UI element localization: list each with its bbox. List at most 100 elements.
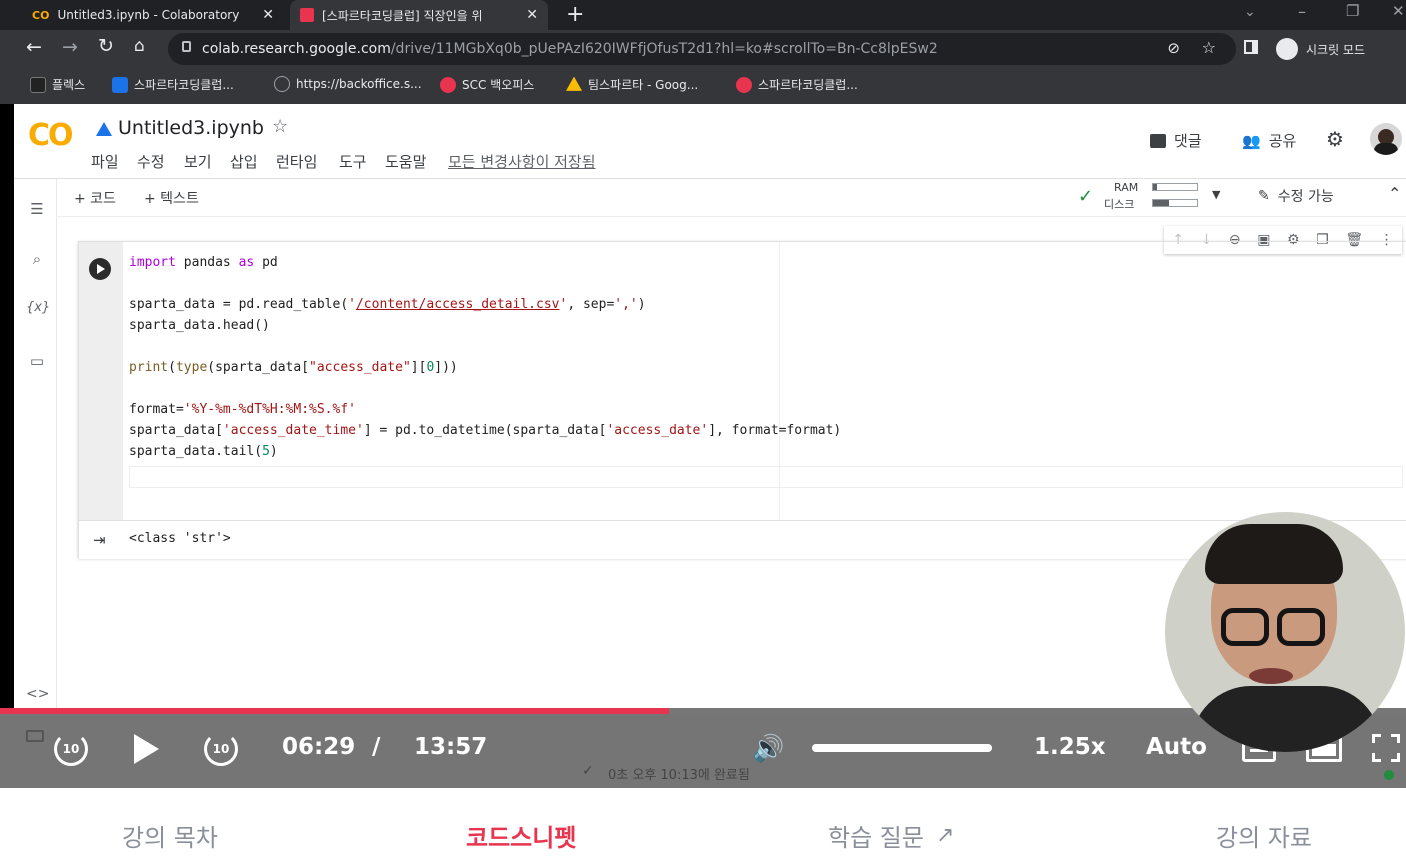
people-icon: 👥 [1242, 131, 1261, 150]
incognito-eye-icon[interactable]: ⊘ [1167, 39, 1180, 57]
run-cell-button[interactable] [89, 258, 111, 280]
browser-tab-sparta[interactable]: [스파르타코딩클럽] 직장인을 위 ✕ [290, 0, 548, 30]
bookmark-teamsparta-drive[interactable]: 팀스파르타 - Goog... [566, 76, 698, 93]
menu-help[interactable]: 도움말 [385, 151, 426, 172]
menu-runtime[interactable]: 런타임 [276, 151, 317, 172]
code-cell[interactable]: import pandas as pd sparta_data = pd.rea… [78, 241, 1406, 559]
drive-icon [96, 122, 112, 136]
drive-favicon-icon [566, 76, 582, 91]
settings-gear-icon[interactable]: ⚙ [1326, 127, 1344, 151]
play-button[interactable] [134, 734, 159, 764]
code-line: format='%Y-%m-%dT%H:%M:%S.%f' [129, 402, 356, 417]
incognito-profile[interactable]: 시크릿 모드 [1276, 35, 1365, 63]
close-tab-icon[interactable]: ✕ [262, 7, 274, 23]
edit-mode-button[interactable]: ✎ 수정 가능 [1258, 186, 1334, 206]
search-icon[interactable]: ⌕ [26, 250, 48, 272]
add-code-button[interactable]: + 코드 [74, 188, 116, 208]
disk-label: 디스크 [1104, 198, 1135, 211]
bookmark-label: 팀스파르타 - Goog... [588, 78, 699, 92]
bookmark-sparta-2[interactable]: 스파르타코딩클럽... [736, 76, 858, 93]
new-tab-button[interactable]: + [566, 2, 584, 27]
live-status-dot [1384, 770, 1394, 780]
code-line: sparta_data['access_date_time'] = pd.to_… [129, 423, 842, 438]
side-panel-icon[interactable] [1244, 40, 1258, 54]
skip-back-label: 10 [62, 742, 80, 756]
bookmark-sparta-calendar[interactable]: 스파르타코딩클럽... [112, 76, 234, 93]
bookmark-label: 플렉스 [52, 78, 86, 92]
status-check-icon: ✓ [582, 763, 594, 779]
output-icon[interactable]: ⇥ [93, 531, 106, 549]
code-editor[interactable]: import pandas as pd sparta_data = pd.rea… [129, 252, 841, 462]
reload-icon[interactable]: ↻ [98, 35, 114, 57]
forward-10-button[interactable]: 10 [204, 732, 238, 766]
close-tab-icon[interactable]: ✕ [526, 7, 538, 23]
menu-view[interactable]: 보기 [184, 151, 212, 172]
cell-gutter [79, 242, 123, 520]
collapse-header-icon[interactable]: ⌃ [1388, 184, 1401, 203]
save-status[interactable]: 모든 변경사항이 저장됨 [448, 151, 596, 172]
browser-tab-bar: CO Untitled3.ipynb - Colaboratory ✕ [스파르… [0, 0, 1406, 30]
tab-label: 학습 질문 [828, 824, 924, 852]
terminal-icon[interactable] [26, 730, 44, 742]
tab-search-icon[interactable]: ⌄ [1244, 4, 1256, 20]
disk-meter [1152, 199, 1198, 207]
code-line: sparta_data.head() [129, 318, 270, 333]
globe-icon [274, 76, 290, 92]
maximize-button[interactable]: ❐ [1346, 2, 1359, 20]
variables-icon[interactable]: {x} [26, 300, 50, 322]
folder-icon[interactable]: ▭ [26, 352, 48, 374]
url-bar[interactable]: colab.research.google.com /drive/11MGbXq… [168, 33, 1236, 65]
current-time: 06:29 [282, 734, 356, 760]
current-line-highlight [129, 466, 1403, 488]
forward-icon[interactable]: → [62, 36, 78, 58]
colab-favicon-icon: CO [32, 8, 50, 22]
connected-check-icon: ✓ [1078, 186, 1094, 207]
browser-tab-colab[interactable]: CO Untitled3.ipynb - Colaboratory ✕ [22, 0, 284, 30]
toolbar-divider [56, 216, 1406, 217]
sidebar-divider [56, 179, 57, 788]
heart-favicon-icon [736, 76, 752, 93]
tab-code-snippet[interactable]: 코드스니펫 [466, 818, 576, 853]
tab-lecture-materials[interactable]: 강의 자료 [1216, 818, 1312, 853]
notebook-title[interactable]: Untitled3.ipynb [118, 117, 264, 139]
user-avatar[interactable] [1370, 123, 1402, 155]
bookmark-star-icon[interactable]: ☆ [1202, 38, 1216, 57]
code-line: print(type(sparta_data["access_date"][0]… [129, 360, 458, 375]
volume-icon[interactable]: 🔊 [752, 734, 784, 764]
incognito-avatar-icon [1276, 38, 1298, 60]
rewind-10-button[interactable]: 10 [54, 732, 88, 766]
minimize-button[interactable]: – [1298, 2, 1306, 21]
close-window-button[interactable]: ✕ [1392, 2, 1405, 20]
menu-edit[interactable]: 수정 [137, 151, 165, 172]
comment-label: 댓글 [1174, 132, 1202, 150]
volume-slider[interactable] [812, 744, 992, 752]
sparta-favicon-icon [300, 8, 314, 22]
menu-file[interactable]: 파일 [91, 151, 119, 172]
bookmark-flex[interactable]: 플렉스 [30, 76, 85, 93]
menu-insert[interactable]: 삽입 [230, 151, 258, 172]
time-separator: / [372, 734, 381, 760]
bookmark-scc[interactable]: SCC 백오피스 [440, 76, 534, 93]
flex-favicon-icon [30, 76, 46, 93]
home-icon[interactable]: ⌂ [134, 36, 145, 56]
share-button[interactable]: 👥 공유 [1242, 130, 1296, 151]
bookmarks-bar: 플렉스 스파르타코딩클럽... https://backoffice.s... … [0, 68, 1406, 104]
lock-icon [182, 41, 191, 52]
colab-logo[interactable]: CO [28, 118, 74, 153]
tab-title: Untitled3.ipynb - Colaboratory [57, 8, 240, 22]
tab-lecture-toc[interactable]: 강의 목차 [122, 818, 218, 853]
comment-button[interactable]: 댓글 [1150, 130, 1202, 151]
back-icon[interactable]: ← [26, 36, 42, 58]
code-line: sparta_data = pd.read_table('/content/ac… [129, 297, 646, 312]
bookmark-backoffice[interactable]: https://backoffice.s... [274, 76, 422, 92]
code-snippets-icon[interactable]: <> [26, 686, 49, 708]
tab-learning-question[interactable]: 학습 질문 ↗ [828, 818, 954, 853]
url-path: /drive/11MGbXq0b_pUePAzI620IWFfjOfusT2d1… [390, 41, 938, 57]
add-text-button[interactable]: + 텍스트 [144, 188, 199, 208]
playback-speed[interactable]: 1.25x [1034, 734, 1106, 760]
toc-list-icon[interactable]: ☰ [26, 200, 48, 222]
menu-tools[interactable]: 도구 [339, 151, 367, 172]
resources-dropdown-icon[interactable]: ▼ [1212, 188, 1220, 201]
star-icon[interactable]: ☆ [272, 116, 288, 137]
